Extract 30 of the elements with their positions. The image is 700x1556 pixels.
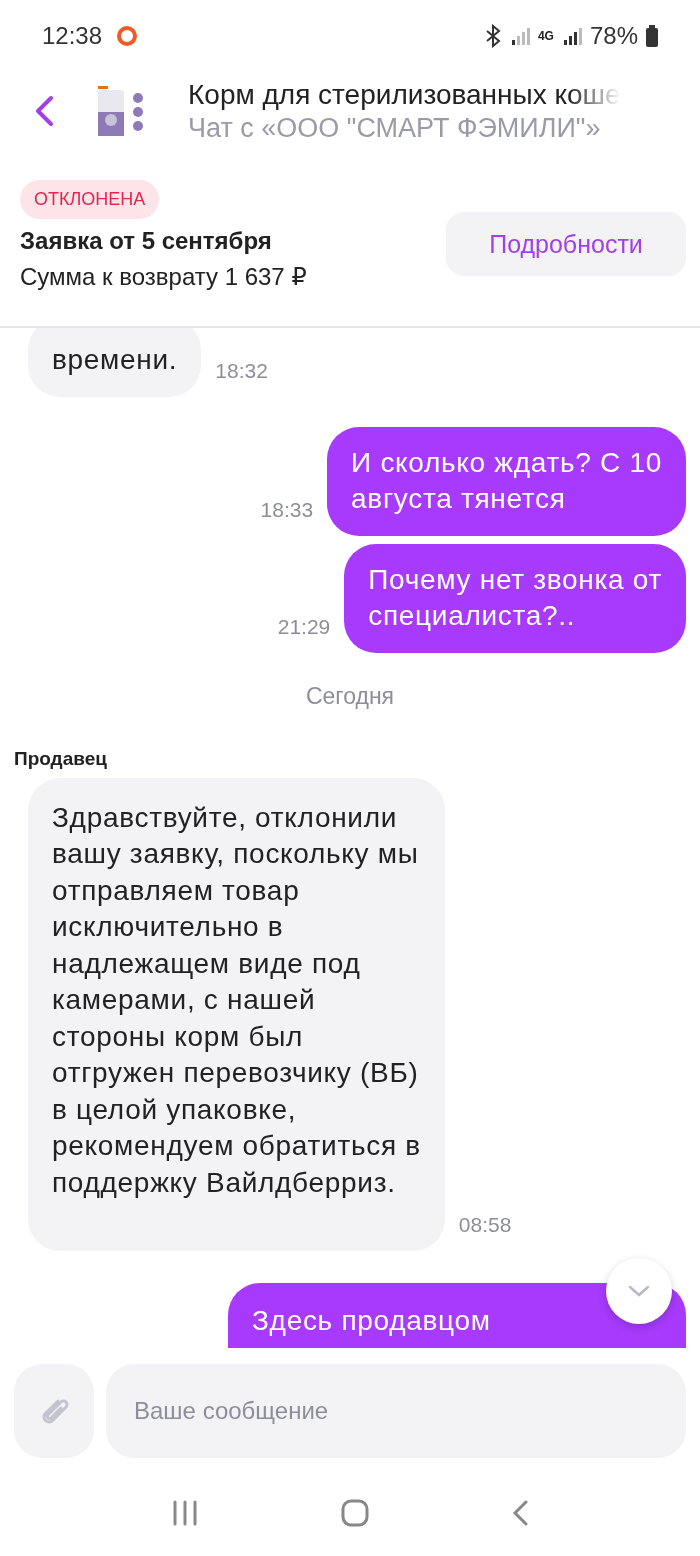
claim-title: Заявка от 5 сентября	[20, 227, 272, 255]
incoming-message: Здравствуйте, отклонили вашу заявку, поскольку мы отправляем товар исключительно в надлежащем виде под камерами, с нашей стороны корм был отгружен перевозчику (ВБ) в целой упаковке, рекомендуем обратиться в поддержку Вайлдберриз.	[28, 777, 445, 1251]
back-icon[interactable]	[511, 1499, 530, 1527]
home-icon[interactable]	[340, 1498, 370, 1528]
incoming-message: времени.	[28, 328, 202, 397]
product-title: Корм для стерилизованных коше	[188, 78, 621, 111]
sender-name: Продавец	[14, 747, 108, 770]
outgoing-message: Почему нет звонка от специалиста?..	[344, 543, 686, 653]
message-time: 21:29	[277, 614, 331, 639]
battery-level: 78%	[589, 22, 638, 50]
date-separator: Сегодня	[305, 682, 395, 710]
message-time: 18:33	[260, 497, 314, 522]
network-type: 4G	[537, 29, 554, 43]
clock: 12:38	[42, 22, 103, 50]
details-button[interactable]: Подробности	[446, 212, 686, 276]
message-input[interactable]: Ваше сообщение	[106, 1364, 686, 1458]
message-time: 18:32	[215, 358, 268, 383]
ring-icon	[116, 25, 139, 47]
back-icon[interactable]	[34, 95, 54, 127]
signal-icon	[509, 26, 530, 46]
message-time: 08:58	[458, 1213, 512, 1237]
refund-amount: Сумма к возврату 1 637 ₽	[20, 263, 307, 291]
outgoing-message: И сколько ждать? С 10 августа тянется	[327, 426, 686, 536]
status-badge: ОТКЛОНЕНА	[20, 180, 160, 219]
scroll-down-button[interactable]	[606, 1258, 672, 1324]
outgoing-message: Здесь продавцом	[228, 1283, 686, 1348]
chat-subtitle: Чат с «ООО "СМАРТ ФЭМИЛИ"»	[188, 112, 602, 144]
signal-icon	[561, 26, 582, 46]
chevron-down-icon	[628, 1285, 650, 1297]
battery-icon	[646, 25, 658, 47]
